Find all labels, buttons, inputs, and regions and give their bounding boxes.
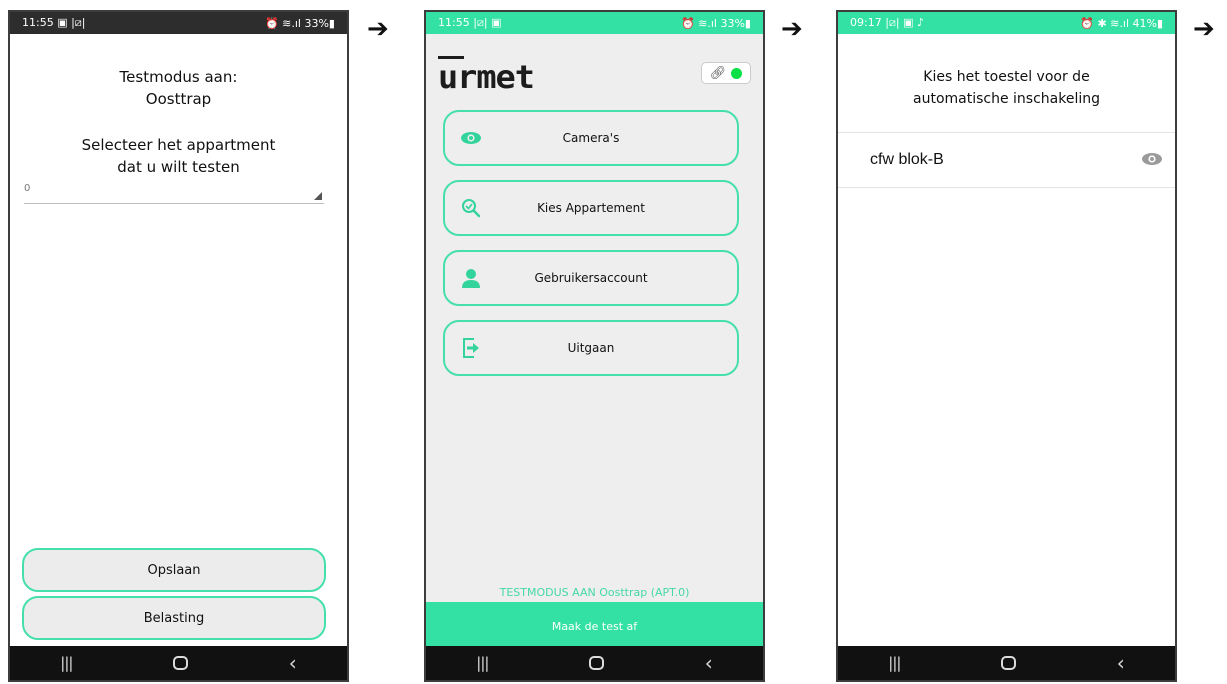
select-prompt-line2: dat u wilt testen xyxy=(117,158,240,176)
recents-icon[interactable]: ||| xyxy=(888,654,901,672)
urmet-logo: urmet xyxy=(438,58,535,96)
menu-item-exit[interactable]: Uitgaan xyxy=(443,320,739,376)
apartment-select[interactable]: 0 xyxy=(24,182,324,204)
home-icon[interactable] xyxy=(589,656,605,670)
device-select-title-line1: Kies het toestel voor de xyxy=(923,69,1090,85)
test-mode-title: Testmodus aan: Oosttrap xyxy=(10,66,347,110)
system-nav-bar: ||| ‹ xyxy=(426,646,763,680)
flow-arrow-icon: ➔ xyxy=(781,14,803,44)
exit-icon xyxy=(445,338,497,358)
menu-item-label: Kies Appartement xyxy=(537,201,645,215)
menu-item-label: Uitgaan xyxy=(567,341,615,355)
flow-arrow-icon: ➔ xyxy=(367,14,389,44)
menu-item-cameras[interactable]: Camera's xyxy=(443,110,739,166)
system-nav-bar: ||| ‹ xyxy=(10,646,347,680)
back-icon[interactable]: ‹ xyxy=(289,653,297,673)
status-indicators: ⏰ ≋.ıl 33%▮ xyxy=(264,16,335,30)
status-bar: 11:55 ▣ |⧄| ⏰ ≋.ıl 33%▮ xyxy=(10,12,347,34)
connection-status[interactable]: 🔗︎ xyxy=(701,62,751,84)
location-name: Oosttrap xyxy=(145,90,212,108)
eye-icon[interactable] xyxy=(1141,151,1163,170)
system-nav-bar: ||| ‹ xyxy=(838,646,1175,680)
phone-screen-main-menu: 11:55 |⧄| ▣ ⏰ ≋.ıl 33%▮ urmet 🔗︎ Camera'… xyxy=(424,10,765,682)
status-indicators: ⏰ ✱ ≋.ıl 41%▮ xyxy=(1080,16,1163,30)
test-mode-label: Testmodus aan: xyxy=(119,68,238,86)
link-icon: 🔗︎ xyxy=(709,65,727,81)
status-indicators: ⏰ ≋.ıl 33%▮ xyxy=(680,16,751,30)
recents-icon[interactable]: ||| xyxy=(476,654,489,672)
finish-test-button[interactable]: Maak de test af xyxy=(426,602,763,650)
home-icon[interactable] xyxy=(173,656,189,670)
user-icon xyxy=(445,268,497,288)
test-mode-status: TESTMODUS AAN Oosttrap (APT.0) xyxy=(499,586,690,599)
device-select-title-line2: automatische inschakeling xyxy=(913,91,1100,107)
home-icon[interactable] xyxy=(1001,656,1017,670)
menu-item-label: Camera's xyxy=(562,131,620,145)
phone-screen-device-select: 09:17 |⧄| ▣ ♪ ⏰ ✱ ≋.ıl 41%▮ Kies het toe… xyxy=(836,10,1177,682)
device-list-item[interactable]: cfw blok-B xyxy=(838,132,1175,188)
save-button[interactable]: Opslaan xyxy=(22,548,326,592)
eye-icon xyxy=(445,131,497,145)
menu-item-choose-apartment[interactable]: Kies Appartement xyxy=(443,180,739,236)
menu-item-user-account[interactable]: Gebruikersaccount xyxy=(443,250,739,306)
device-select-title: Kies het toestel voor de automatische in… xyxy=(838,66,1175,110)
status-time: 11:55 ▣ |⧄| xyxy=(22,16,86,29)
search-check-icon xyxy=(445,198,497,218)
status-bar: 09:17 |⧄| ▣ ♪ ⏰ ✱ ≋.ıl 41%▮ xyxy=(838,12,1175,34)
recents-icon[interactable]: ||| xyxy=(60,654,73,672)
back-icon[interactable]: ‹ xyxy=(1117,653,1125,673)
select-prompt-line1: Selecteer het appartment xyxy=(81,136,276,154)
connection-dot xyxy=(731,67,743,79)
stage: 11:55 ▣ |⧄| ⏰ ≋.ıl 33%▮ Testmodus aan: O… xyxy=(0,0,1227,684)
menu-item-label: Gebruikersaccount xyxy=(534,271,648,285)
status-time: 11:55 |⧄| ▣ xyxy=(438,16,502,29)
select-apartment-prompt: Selecteer het appartment dat u wilt test… xyxy=(10,134,347,178)
load-button[interactable]: Belasting xyxy=(22,596,326,640)
status-time: 09:17 |⧄| ▣ ♪ xyxy=(850,16,925,29)
back-icon[interactable]: ‹ xyxy=(705,653,713,673)
device-name: cfw blok-B xyxy=(870,151,944,168)
apartment-select-value: 0 xyxy=(24,183,31,194)
flow-arrow-icon: ➔ xyxy=(1193,14,1215,44)
dropdown-triangle-icon xyxy=(314,192,322,200)
status-bar: 11:55 |⧄| ▣ ⏰ ≋.ıl 33%▮ xyxy=(426,12,763,34)
phone-screen-test-mode: 11:55 ▣ |⧄| ⏰ ≋.ıl 33%▮ Testmodus aan: O… xyxy=(8,10,349,682)
